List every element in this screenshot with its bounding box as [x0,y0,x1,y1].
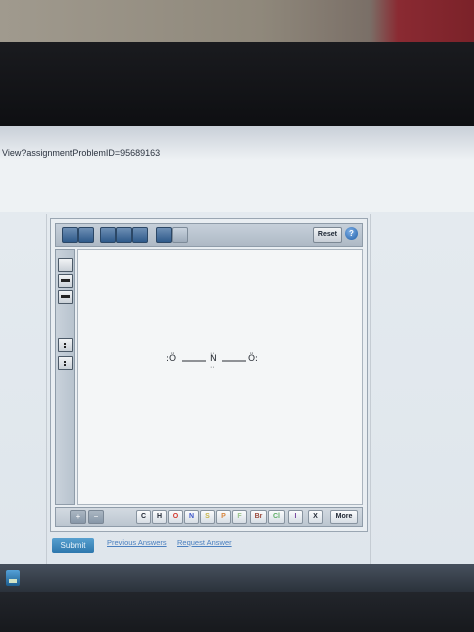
atom-tool-icon[interactable] [100,227,116,243]
url-text[interactable]: View?assignmentProblemID=95689163 [2,148,160,158]
double-bond-icon[interactable] [58,274,73,288]
lone-pair-icon[interactable] [58,338,73,352]
select-tool-icon[interactable] [62,227,78,243]
taskbar [0,564,474,592]
eraser-tool-icon[interactable] [78,227,94,243]
lone-pair-marker-top: ·· [210,350,215,357]
bond-line-left[interactable] [182,360,206,362]
left-column [0,214,47,564]
element-button-c[interactable]: C [136,510,151,524]
structure-editor: Reset ? :Ö N ·· ·· Ö: + − C H O N S P F … [50,218,368,532]
page-header-strip [0,160,474,212]
zoom-icon[interactable] [172,227,188,243]
previous-answers-link[interactable]: Previous Answers [107,538,167,547]
triple-bond-icon[interactable] [58,290,73,304]
request-answer-link[interactable]: Request Answer [177,538,232,547]
element-button-f[interactable]: F [232,510,247,524]
more-elements-button[interactable]: More [330,510,358,524]
lone-pair-marker-bottom: ·· [210,364,215,371]
taskbar-app-icon[interactable] [6,570,20,586]
element-button-o[interactable]: O [168,510,183,524]
drawing-canvas[interactable]: :Ö N ·· ·· Ö: [77,249,363,505]
bond-tool-icon[interactable] [116,227,132,243]
browser-screen: View?assignmentProblemID=95689163 Reset … [0,126,474,564]
atom-oxygen-right[interactable]: Ö: [248,354,258,364]
element-button-n[interactable]: N [184,510,199,524]
right-column-divider [370,214,371,564]
radical-icon[interactable] [58,356,73,370]
desk-background [0,0,474,42]
element-button-br[interactable]: Br [250,510,267,524]
editor-toolbar: Reset ? [55,223,363,247]
element-button-s[interactable]: S [200,510,215,524]
reset-button[interactable]: Reset [312,227,342,243]
atom-oxygen-left[interactable]: :Ö [166,354,176,364]
monitor-bezel-top [0,42,474,126]
element-button-p[interactable]: P [216,510,231,524]
element-button-x[interactable]: X [308,510,323,524]
element-button-i[interactable]: I [288,510,303,524]
plus-charge-button[interactable]: + [70,510,86,524]
element-button-cl[interactable]: Cl [268,510,285,524]
bond-tools-panel [55,249,75,505]
undo-icon[interactable] [156,227,172,243]
element-button-h[interactable]: H [152,510,167,524]
single-bond-icon[interactable] [58,258,73,272]
help-icon[interactable]: ? [345,227,358,240]
address-bar[interactable]: View?assignmentProblemID=95689163 [0,126,474,161]
element-palette: + − C H O N S P F Br Cl I X More [55,507,363,527]
submit-button[interactable]: Submit [52,538,94,553]
bond-line-right[interactable] [222,360,246,362]
lewis-structure[interactable]: :Ö N ·· ·· Ö: [166,350,286,374]
minus-charge-button[interactable]: − [88,510,104,524]
ring-tool-icon[interactable] [132,227,148,243]
